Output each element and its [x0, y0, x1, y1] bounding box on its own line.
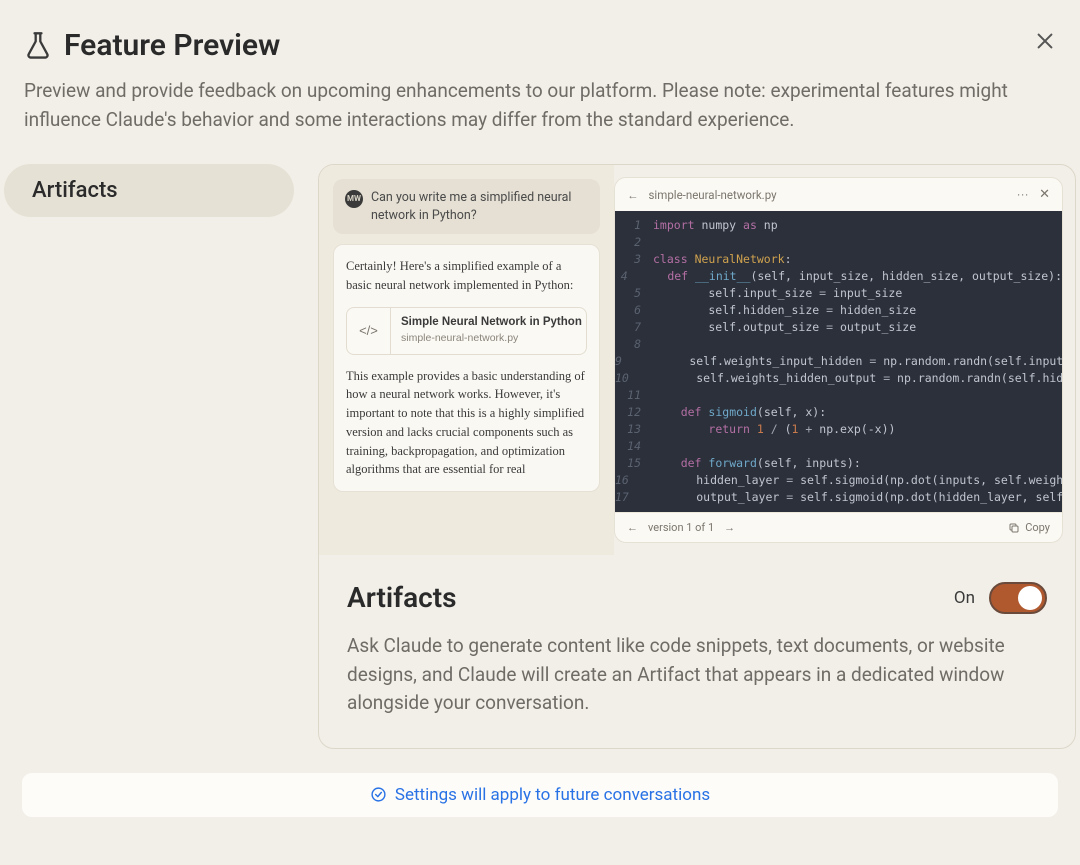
feature-panel: MW Can you write me a simplified neural …	[318, 164, 1076, 749]
code-line: 16 hidden_layer = self.sigmoid(np.dot(in…	[615, 472, 1062, 489]
code-panel: ← simple-neural-network.py ··· ✕ 1import…	[614, 177, 1063, 543]
feature-description: Ask Claude to generate content like code…	[347, 632, 1047, 718]
code-icon: </>	[347, 308, 391, 354]
code-line: 3class NeuralNetwork:	[615, 251, 1062, 268]
sidebar-item-artifacts[interactable]: Artifacts	[4, 164, 294, 217]
next-version-button[interactable]: →	[724, 521, 735, 534]
avatar: MW	[345, 190, 363, 208]
code-line: 5 self.input_size = input_size	[615, 285, 1062, 302]
more-menu[interactable]: ···	[1017, 188, 1029, 202]
page-subtitle: Preview and provide feedback on upcoming…	[24, 77, 1056, 134]
page-title: Feature Preview	[64, 28, 280, 63]
assistant-followup: This example provides a basic understand…	[346, 369, 585, 477]
prev-version-button[interactable]: ←	[627, 521, 638, 534]
artifact-filename: simple-neural-network.py	[401, 331, 582, 347]
code-line: 7 self.output_size = output_size	[615, 319, 1062, 336]
sidebar-item-label: Artifacts	[32, 178, 118, 203]
back-button[interactable]: ←	[627, 188, 639, 202]
check-circle-icon	[370, 786, 387, 803]
preview-area: MW Can you write me a simplified neural …	[319, 165, 1075, 555]
code-line: 9 self.weights_input_hidden = np.random.…	[615, 353, 1062, 370]
assistant-message: Certainly! Here's a simplified example o…	[333, 244, 600, 492]
artifact-card[interactable]: </> Simple Neural Network in Python simp…	[346, 307, 587, 355]
feature-title: Artifacts	[347, 581, 940, 614]
feature-section: Artifacts On Ask Claude to generate cont…	[319, 555, 1075, 748]
code-line: 6 self.hidden_size = hidden_size	[615, 302, 1062, 319]
close-button[interactable]	[1034, 30, 1056, 56]
code-footer: ← version 1 of 1 → Copy	[615, 512, 1062, 542]
code-line: 13 return 1 / (1 + np.exp(-x))	[615, 421, 1062, 438]
code-line: 12 def sigmoid(self, x):	[615, 404, 1062, 421]
close-icon	[1034, 30, 1056, 52]
code-line: 8	[615, 336, 1062, 353]
code-body[interactable]: 1import numpy as np23class NeuralNetwork…	[615, 211, 1062, 512]
assistant-intro: Certainly! Here's a simplified example o…	[346, 259, 573, 292]
code-line: 15 def forward(self, inputs):	[615, 455, 1062, 472]
modal-header: Feature Preview Preview and provide feed…	[0, 0, 1080, 152]
copy-icon	[1008, 522, 1020, 534]
user-message: MW Can you write me a simplified neural …	[333, 179, 600, 234]
code-filename: simple-neural-network.py	[649, 188, 777, 202]
sidebar: Artifacts	[4, 164, 294, 749]
feature-toggle[interactable]	[989, 582, 1047, 614]
code-line: 11	[615, 387, 1062, 404]
flask-icon	[24, 31, 52, 61]
code-line: 2	[615, 234, 1062, 251]
footer-banner: Settings will apply to future conversati…	[22, 773, 1058, 817]
artifact-title: Simple Neural Network in Python	[401, 315, 582, 329]
code-line: 14	[615, 438, 1062, 455]
code-line: 1import numpy as np	[615, 217, 1062, 234]
toggle-state-label: On	[954, 588, 975, 608]
chat-column: MW Can you write me a simplified neural …	[319, 165, 614, 555]
code-header: ← simple-neural-network.py ··· ✕	[615, 178, 1062, 211]
code-line: 4 def __init__(self, input_size, hidden_…	[615, 268, 1062, 285]
copy-button[interactable]: Copy	[1008, 521, 1050, 534]
panel-close-button[interactable]: ✕	[1039, 187, 1050, 202]
user-message-text: Can you write me a simplified neural net…	[371, 189, 588, 224]
footer-message: Settings will apply to future conversati…	[395, 785, 710, 805]
code-line: 10 self.weights_hidden_output = np.rando…	[615, 370, 1062, 387]
toggle-knob	[1018, 586, 1042, 610]
code-line: 17 output_layer = self.sigmoid(np.dot(hi…	[615, 489, 1062, 506]
version-text: version 1 of 1	[648, 521, 714, 534]
copy-label: Copy	[1025, 521, 1050, 534]
